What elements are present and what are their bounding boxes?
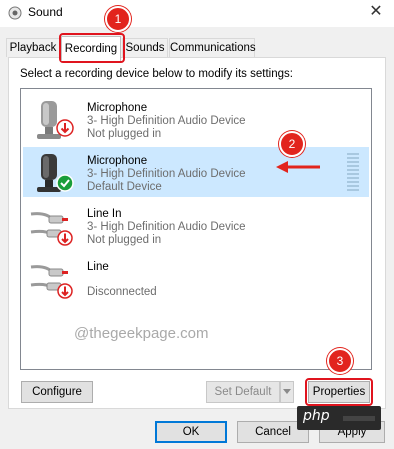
php-logo-bar <box>343 416 375 421</box>
list-item-microphone-1[interactable]: Microphone 3- High Definition Audio Devi… <box>23 94 369 144</box>
device-name: Line <box>87 261 109 273</box>
device-name: Microphone <box>87 102 148 114</box>
list-item-line-in[interactable]: Line In 3- High Definition Audio Device … <box>23 200 369 250</box>
php-logo: php <box>297 406 381 430</box>
line-cable-icon <box>30 265 73 299</box>
line-in-cable-icon <box>30 212 73 246</box>
ok-button[interactable]: OK <box>155 421 227 443</box>
window-title: Sound <box>28 5 63 19</box>
chevron-down-icon <box>283 389 291 394</box>
set-default-button[interactable]: Set Default <box>206 381 280 403</box>
microphone-icon <box>37 154 74 192</box>
php-logo-text: php <box>303 408 330 424</box>
list-item-line[interactable]: Line Disconnected <box>23 253 369 303</box>
level-meter <box>347 153 359 193</box>
tab-label: Sounds <box>125 42 165 54</box>
tab-label: Communications <box>170 42 256 54</box>
not-plugged-in-badge <box>57 230 73 246</box>
device-status: Default Device <box>87 181 162 193</box>
device-status: Not plugged in <box>87 234 162 246</box>
configure-button[interactable]: Configure <box>21 381 93 403</box>
set-default-dropdown-button[interactable] <box>280 381 294 403</box>
disconnected-badge <box>57 283 73 299</box>
default-device-check-badge <box>56 174 74 192</box>
device-name: Microphone <box>87 155 148 167</box>
instruction-text: Select a recording device below to modif… <box>20 68 293 80</box>
device-driver: 3- High Definition Audio Device <box>87 221 246 233</box>
step-1-badge: 1 <box>105 6 131 32</box>
tab-label: Playback <box>9 42 57 54</box>
tab-sounds[interactable]: Sounds <box>122 38 168 57</box>
step-3-badge: 3 <box>327 348 353 374</box>
not-plugged-in-badge <box>56 119 74 137</box>
speaker-icon <box>8 6 22 20</box>
tab-playback[interactable]: Playback <box>6 38 60 57</box>
arrow-left-icon <box>276 161 320 173</box>
device-driver: 3- High Definition Audio Device <box>87 115 246 127</box>
device-status: Not plugged in <box>87 128 162 140</box>
tab-communications[interactable]: Communications <box>169 38 256 57</box>
title-bar: Sound ✕ <box>0 0 394 27</box>
close-button[interactable]: ✕ <box>364 1 388 23</box>
device-driver: 3- High Definition Audio Device <box>87 168 246 180</box>
watermark-text: @thegeekpage.com <box>74 325 209 342</box>
step-2-badge: 2 <box>279 131 305 157</box>
properties-button-highlight <box>305 378 373 406</box>
device-name: Line In <box>87 208 122 220</box>
tab-recording[interactable]: Recording <box>61 36 121 61</box>
microphone-icon <box>37 101 74 139</box>
device-status: Disconnected <box>87 286 157 298</box>
tab-label: Recording <box>64 43 118 55</box>
